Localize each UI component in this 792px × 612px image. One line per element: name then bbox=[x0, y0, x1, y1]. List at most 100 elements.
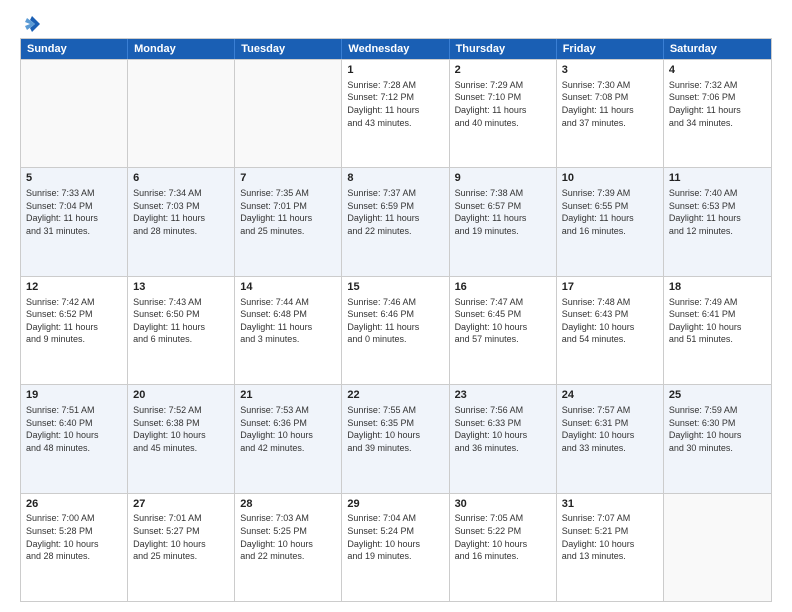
cell-text-line: Sunrise: 7:37 AM bbox=[347, 187, 443, 200]
day-number: 19 bbox=[26, 388, 122, 403]
calendar-row: 5Sunrise: 7:33 AMSunset: 7:04 PMDaylight… bbox=[21, 167, 771, 275]
cell-text-line: Sunset: 6:41 PM bbox=[669, 308, 766, 321]
cell-text-line: and 22 minutes. bbox=[347, 225, 443, 238]
cell-text-line: Sunrise: 7:39 AM bbox=[562, 187, 658, 200]
cell-text-line: Daylight: 10 hours bbox=[240, 429, 336, 442]
calendar-cell-16: 16Sunrise: 7:47 AMSunset: 6:45 PMDayligh… bbox=[450, 277, 557, 384]
cell-text-line: Sunset: 5:25 PM bbox=[240, 525, 336, 538]
calendar-cell-12: 12Sunrise: 7:42 AMSunset: 6:52 PMDayligh… bbox=[21, 277, 128, 384]
cell-text-line: and 3 minutes. bbox=[240, 333, 336, 346]
cell-text-line: Sunset: 7:01 PM bbox=[240, 200, 336, 213]
calendar-cell-27: 27Sunrise: 7:01 AMSunset: 5:27 PMDayligh… bbox=[128, 494, 235, 601]
day-number: 5 bbox=[26, 171, 122, 186]
cell-text-line: and 31 minutes. bbox=[26, 225, 122, 238]
cell-text-line: Daylight: 11 hours bbox=[240, 321, 336, 334]
calendar-cell-15: 15Sunrise: 7:46 AMSunset: 6:46 PMDayligh… bbox=[342, 277, 449, 384]
cell-text-line: Sunset: 6:35 PM bbox=[347, 417, 443, 430]
day-number: 25 bbox=[669, 388, 766, 403]
cell-text-line: Sunset: 7:04 PM bbox=[26, 200, 122, 213]
day-number: 8 bbox=[347, 171, 443, 186]
cell-text-line: Daylight: 10 hours bbox=[562, 321, 658, 334]
cell-text-line: Sunrise: 7:49 AM bbox=[669, 296, 766, 309]
calendar-row: 19Sunrise: 7:51 AMSunset: 6:40 PMDayligh… bbox=[21, 384, 771, 492]
cell-text-line: Sunset: 6:52 PM bbox=[26, 308, 122, 321]
cell-text-line: and 37 minutes. bbox=[562, 117, 658, 130]
day-number: 15 bbox=[347, 280, 443, 295]
cell-text-line: Sunset: 5:24 PM bbox=[347, 525, 443, 538]
cell-text-line: Sunset: 6:33 PM bbox=[455, 417, 551, 430]
cell-text-line: Daylight: 11 hours bbox=[133, 321, 229, 334]
cell-text-line: and 28 minutes. bbox=[133, 225, 229, 238]
cell-text-line: Sunset: 6:57 PM bbox=[455, 200, 551, 213]
day-number: 30 bbox=[455, 497, 551, 512]
day-number: 31 bbox=[562, 497, 658, 512]
weekday-header-saturday: Saturday bbox=[664, 39, 771, 59]
calendar-cell-21: 21Sunrise: 7:53 AMSunset: 6:36 PMDayligh… bbox=[235, 385, 342, 492]
day-number: 27 bbox=[133, 497, 229, 512]
calendar-cell-29: 29Sunrise: 7:04 AMSunset: 5:24 PMDayligh… bbox=[342, 494, 449, 601]
calendar-row: 26Sunrise: 7:00 AMSunset: 5:28 PMDayligh… bbox=[21, 493, 771, 601]
calendar-row: 12Sunrise: 7:42 AMSunset: 6:52 PMDayligh… bbox=[21, 276, 771, 384]
day-number: 26 bbox=[26, 497, 122, 512]
cell-text-line: Sunrise: 7:59 AM bbox=[669, 404, 766, 417]
calendar-cell-4: 4Sunrise: 7:32 AMSunset: 7:06 PMDaylight… bbox=[664, 60, 771, 167]
calendar-cell-23: 23Sunrise: 7:56 AMSunset: 6:33 PMDayligh… bbox=[450, 385, 557, 492]
cell-text-line: Sunset: 6:43 PM bbox=[562, 308, 658, 321]
cell-text-line: Sunset: 7:08 PM bbox=[562, 91, 658, 104]
cell-text-line: and 40 minutes. bbox=[455, 117, 551, 130]
calendar-cell-26: 26Sunrise: 7:00 AMSunset: 5:28 PMDayligh… bbox=[21, 494, 128, 601]
cell-text-line: and 0 minutes. bbox=[347, 333, 443, 346]
cell-text-line: Sunrise: 7:53 AM bbox=[240, 404, 336, 417]
day-number: 22 bbox=[347, 388, 443, 403]
cell-text-line: and 51 minutes. bbox=[669, 333, 766, 346]
cell-text-line: Sunrise: 7:07 AM bbox=[562, 512, 658, 525]
cell-text-line: Sunrise: 7:38 AM bbox=[455, 187, 551, 200]
cell-text-line: Sunrise: 7:56 AM bbox=[455, 404, 551, 417]
logo-icon bbox=[22, 14, 42, 34]
cell-text-line: Sunrise: 7:04 AM bbox=[347, 512, 443, 525]
cell-text-line: Daylight: 11 hours bbox=[26, 321, 122, 334]
calendar-cell-3: 3Sunrise: 7:30 AMSunset: 7:08 PMDaylight… bbox=[557, 60, 664, 167]
cell-text-line: and 19 minutes. bbox=[455, 225, 551, 238]
cell-text-line: Daylight: 10 hours bbox=[562, 429, 658, 442]
cell-text-line: Sunrise: 7:43 AM bbox=[133, 296, 229, 309]
cell-text-line: and 12 minutes. bbox=[669, 225, 766, 238]
cell-text-line: Sunrise: 7:48 AM bbox=[562, 296, 658, 309]
calendar-cell-17: 17Sunrise: 7:48 AMSunset: 6:43 PMDayligh… bbox=[557, 277, 664, 384]
cell-text-line: Sunset: 6:46 PM bbox=[347, 308, 443, 321]
day-number: 6 bbox=[133, 171, 229, 186]
cell-text-line: Daylight: 10 hours bbox=[26, 429, 122, 442]
cell-text-line: and 39 minutes. bbox=[347, 442, 443, 455]
cell-text-line: Daylight: 11 hours bbox=[455, 104, 551, 117]
calendar-cell-18: 18Sunrise: 7:49 AMSunset: 6:41 PMDayligh… bbox=[664, 277, 771, 384]
calendar-cell-5: 5Sunrise: 7:33 AMSunset: 7:04 PMDaylight… bbox=[21, 168, 128, 275]
cell-text-line: and 43 minutes. bbox=[347, 117, 443, 130]
day-number: 21 bbox=[240, 388, 336, 403]
calendar-cell-empty bbox=[235, 60, 342, 167]
calendar: SundayMondayTuesdayWednesdayThursdayFrid… bbox=[20, 38, 772, 602]
cell-text-line: and 19 minutes. bbox=[347, 550, 443, 563]
cell-text-line: Sunset: 6:45 PM bbox=[455, 308, 551, 321]
day-number: 12 bbox=[26, 280, 122, 295]
cell-text-line: Daylight: 11 hours bbox=[133, 212, 229, 225]
calendar-cell-31: 31Sunrise: 7:07 AMSunset: 5:21 PMDayligh… bbox=[557, 494, 664, 601]
cell-text-line: Daylight: 11 hours bbox=[26, 212, 122, 225]
cell-text-line: Daylight: 10 hours bbox=[240, 538, 336, 551]
cell-text-line: Daylight: 10 hours bbox=[562, 538, 658, 551]
cell-text-line: Sunset: 6:38 PM bbox=[133, 417, 229, 430]
cell-text-line: Sunrise: 7:44 AM bbox=[240, 296, 336, 309]
calendar-cell-13: 13Sunrise: 7:43 AMSunset: 6:50 PMDayligh… bbox=[128, 277, 235, 384]
day-number: 9 bbox=[455, 171, 551, 186]
day-number: 1 bbox=[347, 63, 443, 78]
calendar-cell-25: 25Sunrise: 7:59 AMSunset: 6:30 PMDayligh… bbox=[664, 385, 771, 492]
calendar-cell-24: 24Sunrise: 7:57 AMSunset: 6:31 PMDayligh… bbox=[557, 385, 664, 492]
calendar-body: 1Sunrise: 7:28 AMSunset: 7:12 PMDaylight… bbox=[21, 59, 771, 601]
cell-text-line: Sunrise: 7:00 AM bbox=[26, 512, 122, 525]
cell-text-line: Sunrise: 7:30 AM bbox=[562, 79, 658, 92]
cell-text-line: Sunrise: 7:40 AM bbox=[669, 187, 766, 200]
calendar-cell-10: 10Sunrise: 7:39 AMSunset: 6:55 PMDayligh… bbox=[557, 168, 664, 275]
cell-text-line: Daylight: 11 hours bbox=[669, 212, 766, 225]
calendar-cell-empty bbox=[21, 60, 128, 167]
cell-text-line: Daylight: 11 hours bbox=[347, 321, 443, 334]
day-number: 28 bbox=[240, 497, 336, 512]
